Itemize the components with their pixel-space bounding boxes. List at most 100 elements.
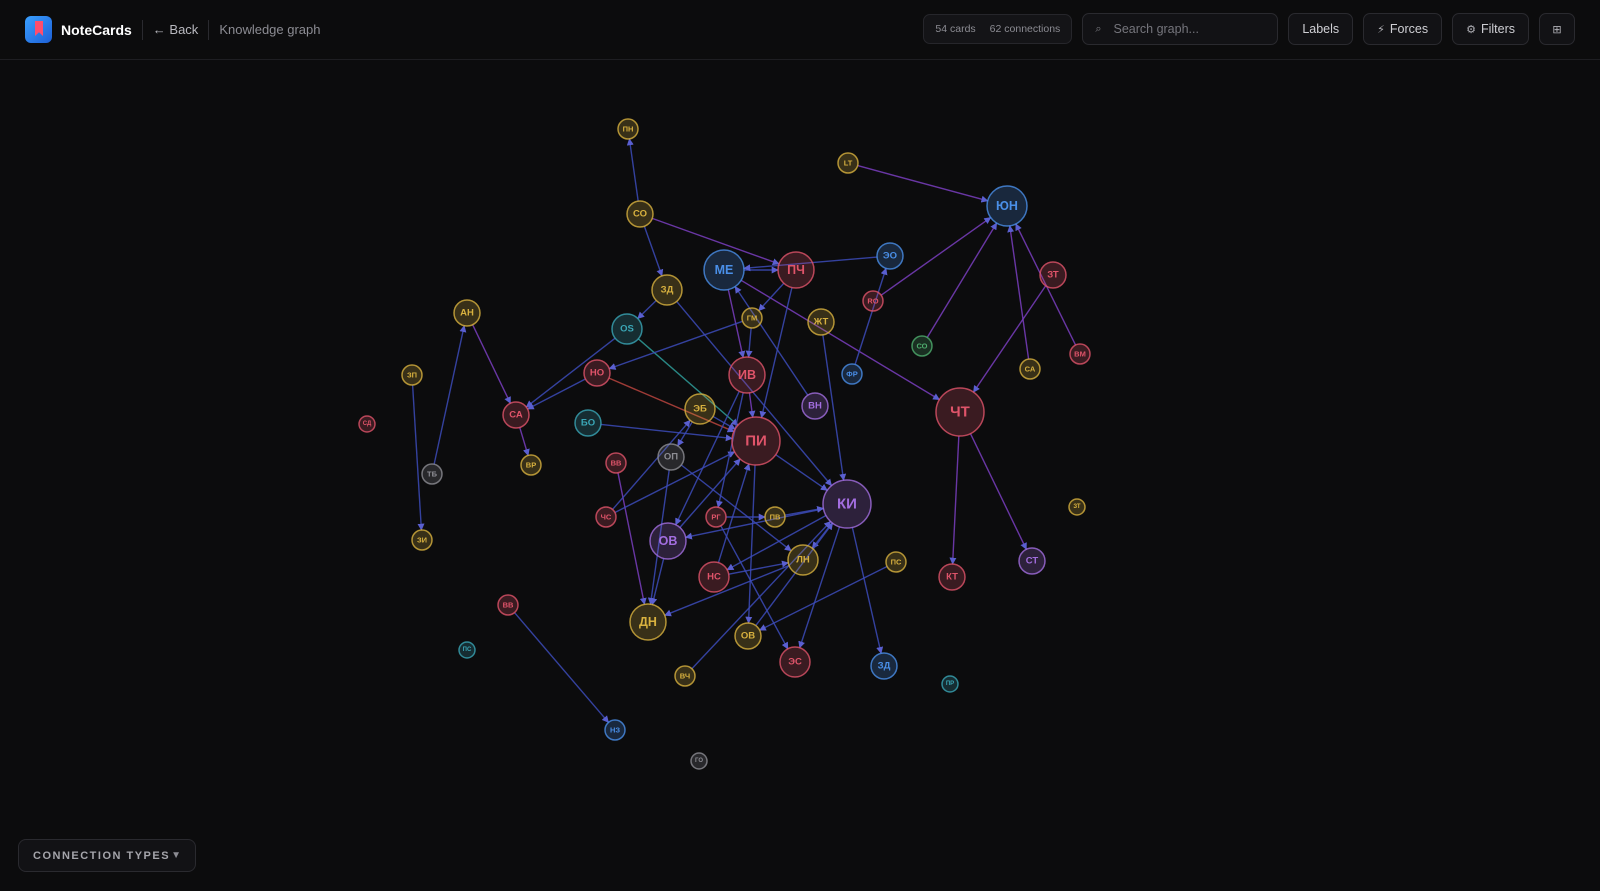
graph-node-pn[interactable]: ПН (617, 118, 639, 140)
graph-edge (691, 520, 832, 670)
node-label: НС (707, 572, 721, 583)
graph-node-vv2[interactable]: ВВ (497, 594, 519, 616)
graph-node-ov1[interactable]: ОВ (649, 522, 687, 560)
graph-node-pch[interactable]: ПЧ (777, 251, 815, 289)
graph-node-vv1[interactable]: ВВ (605, 452, 627, 474)
layout-toggle-button[interactable]: ⊞ (1539, 13, 1575, 45)
graph-node-so2[interactable]: СО (911, 335, 933, 357)
graph-node-kt[interactable]: КТ (938, 563, 966, 591)
graph-node-go[interactable]: ГО (690, 752, 708, 770)
graph-node-st[interactable]: СТ (1018, 547, 1046, 575)
graph-node-zd1[interactable]: ЗД (651, 274, 683, 306)
graph-node-zt2[interactable]: ЗТ (1068, 498, 1086, 516)
labels-button[interactable]: Labels (1288, 13, 1354, 45)
graph-node-an[interactable]: АН (453, 299, 481, 327)
graph-node-cht[interactable]: ЧТ (935, 387, 985, 437)
graph-node-me[interactable]: МЕ (703, 249, 745, 291)
graph-node-vch[interactable]: ВЧ (674, 665, 696, 687)
node-label: ОВ (659, 534, 678, 548)
graph-node-gm[interactable]: ГМ (741, 307, 763, 329)
graph-node-pv[interactable]: ПВ (764, 506, 786, 528)
node-label: ЧС (601, 513, 612, 522)
node-label: РГ (711, 513, 721, 522)
node-label: RO (867, 297, 878, 306)
node-label: ПС (463, 647, 472, 653)
graph-node-es[interactable]: ЭС (779, 646, 811, 678)
search-input[interactable] (1111, 21, 1266, 37)
graph-node-chs[interactable]: ЧС (595, 506, 617, 528)
graph-edge (637, 299, 657, 320)
graph-nodes: ПН LT ЮН СО МЕ ПЧ ЭО ЗТ ЗД RO АН OS ГМ ЖТ СО ВМ ЗП НО ИВ ФР… (358, 118, 1091, 770)
graph-node-zi[interactable]: ЗИ (411, 529, 433, 551)
graph-node-ns[interactable]: НС (698, 561, 730, 593)
graph-edge (626, 138, 639, 202)
node-label: НО (590, 368, 604, 379)
graph-node-eo[interactable]: ЭО (876, 242, 904, 270)
grid-icon: ⊞ (1552, 23, 1562, 36)
graph-edge (433, 325, 467, 465)
graph-node-lt[interactable]: LT (837, 152, 859, 174)
graph-node-sa2[interactable]: СА (502, 401, 530, 429)
graph-edge (949, 435, 960, 565)
node-label: ОВ (741, 631, 755, 642)
brand[interactable]: NoteCards (25, 16, 132, 43)
graph-node-pr[interactable]: ПР (941, 675, 959, 693)
connection-types-toggle[interactable]: CONNECTION TYPES ▼ (18, 839, 196, 872)
graph-node-vn[interactable]: ВН (801, 392, 829, 420)
node-label: СТ (1026, 556, 1039, 567)
graph-node-sd[interactable]: СД (358, 415, 376, 433)
graph-node-ps2[interactable]: ПС (458, 641, 476, 659)
graph-edge (851, 527, 884, 655)
graph-node-zt[interactable]: ЗТ (1039, 261, 1067, 289)
node-label: ВВ (503, 601, 514, 610)
graph-node-ov2[interactable]: ОВ (734, 622, 762, 650)
graph-node-dn[interactable]: ДН (629, 603, 667, 641)
graph-node-bo[interactable]: БО (574, 409, 602, 437)
graph-node-eb[interactable]: ЭБ (684, 393, 716, 425)
graph-node-zp[interactable]: ЗП (401, 364, 423, 386)
graph-node-pi[interactable]: ПИ (731, 416, 781, 466)
graph-node-rg[interactable]: РГ (705, 506, 727, 528)
filters-button[interactable]: ⚙ Filters (1452, 13, 1529, 45)
search-box[interactable]: ⌕ (1082, 13, 1279, 45)
node-label: НЗ (610, 726, 620, 735)
search-icon: ⌕ (1095, 22, 1102, 35)
graph-node-sa1[interactable]: СА (1019, 358, 1041, 380)
graph-node-op[interactable]: ОП (657, 443, 685, 471)
graph-edge (926, 222, 998, 338)
graph-node-so1[interactable]: СО (626, 200, 654, 228)
graph-node-vr[interactable]: ВР (520, 454, 542, 476)
graph-node-ps1[interactable]: ПС (885, 551, 907, 573)
forces-button[interactable]: ⚡ Forces (1363, 13, 1443, 45)
back-button[interactable]: ← Back (153, 22, 199, 37)
graph-node-vm[interactable]: ВМ (1069, 343, 1091, 365)
graph-node-iv[interactable]: ИВ (728, 356, 766, 394)
node-label: БО (581, 418, 595, 429)
graph-node-no[interactable]: НО (583, 359, 611, 387)
node-label: ЛН (796, 555, 810, 566)
knowledge-graph-canvas[interactable]: ПН LT ЮН СО МЕ ПЧ ЭО ЗТ ЗД RO АН OS ГМ ЖТ СО ВМ ЗП НО ИВ ФР… (0, 60, 1600, 891)
graph-edge (643, 226, 664, 277)
node-label: ЖТ (813, 317, 829, 328)
graph-node-fr[interactable]: ФР (841, 363, 863, 385)
node-label: КИ (837, 496, 857, 513)
node-label: ГО (695, 758, 703, 764)
graph-node-tb[interactable]: ТБ (421, 463, 443, 485)
node-label: ПС (891, 558, 902, 567)
graph-node-ln[interactable]: ЛН (787, 544, 819, 576)
notecards-logo-icon (25, 16, 52, 43)
node-label: ПР (946, 681, 954, 687)
graph-node-os[interactable]: OS (611, 313, 643, 345)
graph-node-ro[interactable]: RO (862, 290, 884, 312)
divider (141, 19, 143, 40)
graph-node-ki[interactable]: КИ (822, 479, 872, 529)
graph-node-nz[interactable]: НЗ (604, 719, 626, 741)
node-label: ВЧ (680, 672, 690, 681)
graph-node-yun[interactable]: ЮН (986, 185, 1028, 227)
graph-node-zht[interactable]: ЖТ (807, 308, 835, 336)
node-label: ПН (623, 125, 634, 134)
graph-edge (519, 427, 530, 457)
graph-edge (600, 423, 733, 442)
graph-node-zd2[interactable]: ЗД (870, 652, 898, 680)
connection-types-label: CONNECTION TYPES (33, 849, 171, 862)
